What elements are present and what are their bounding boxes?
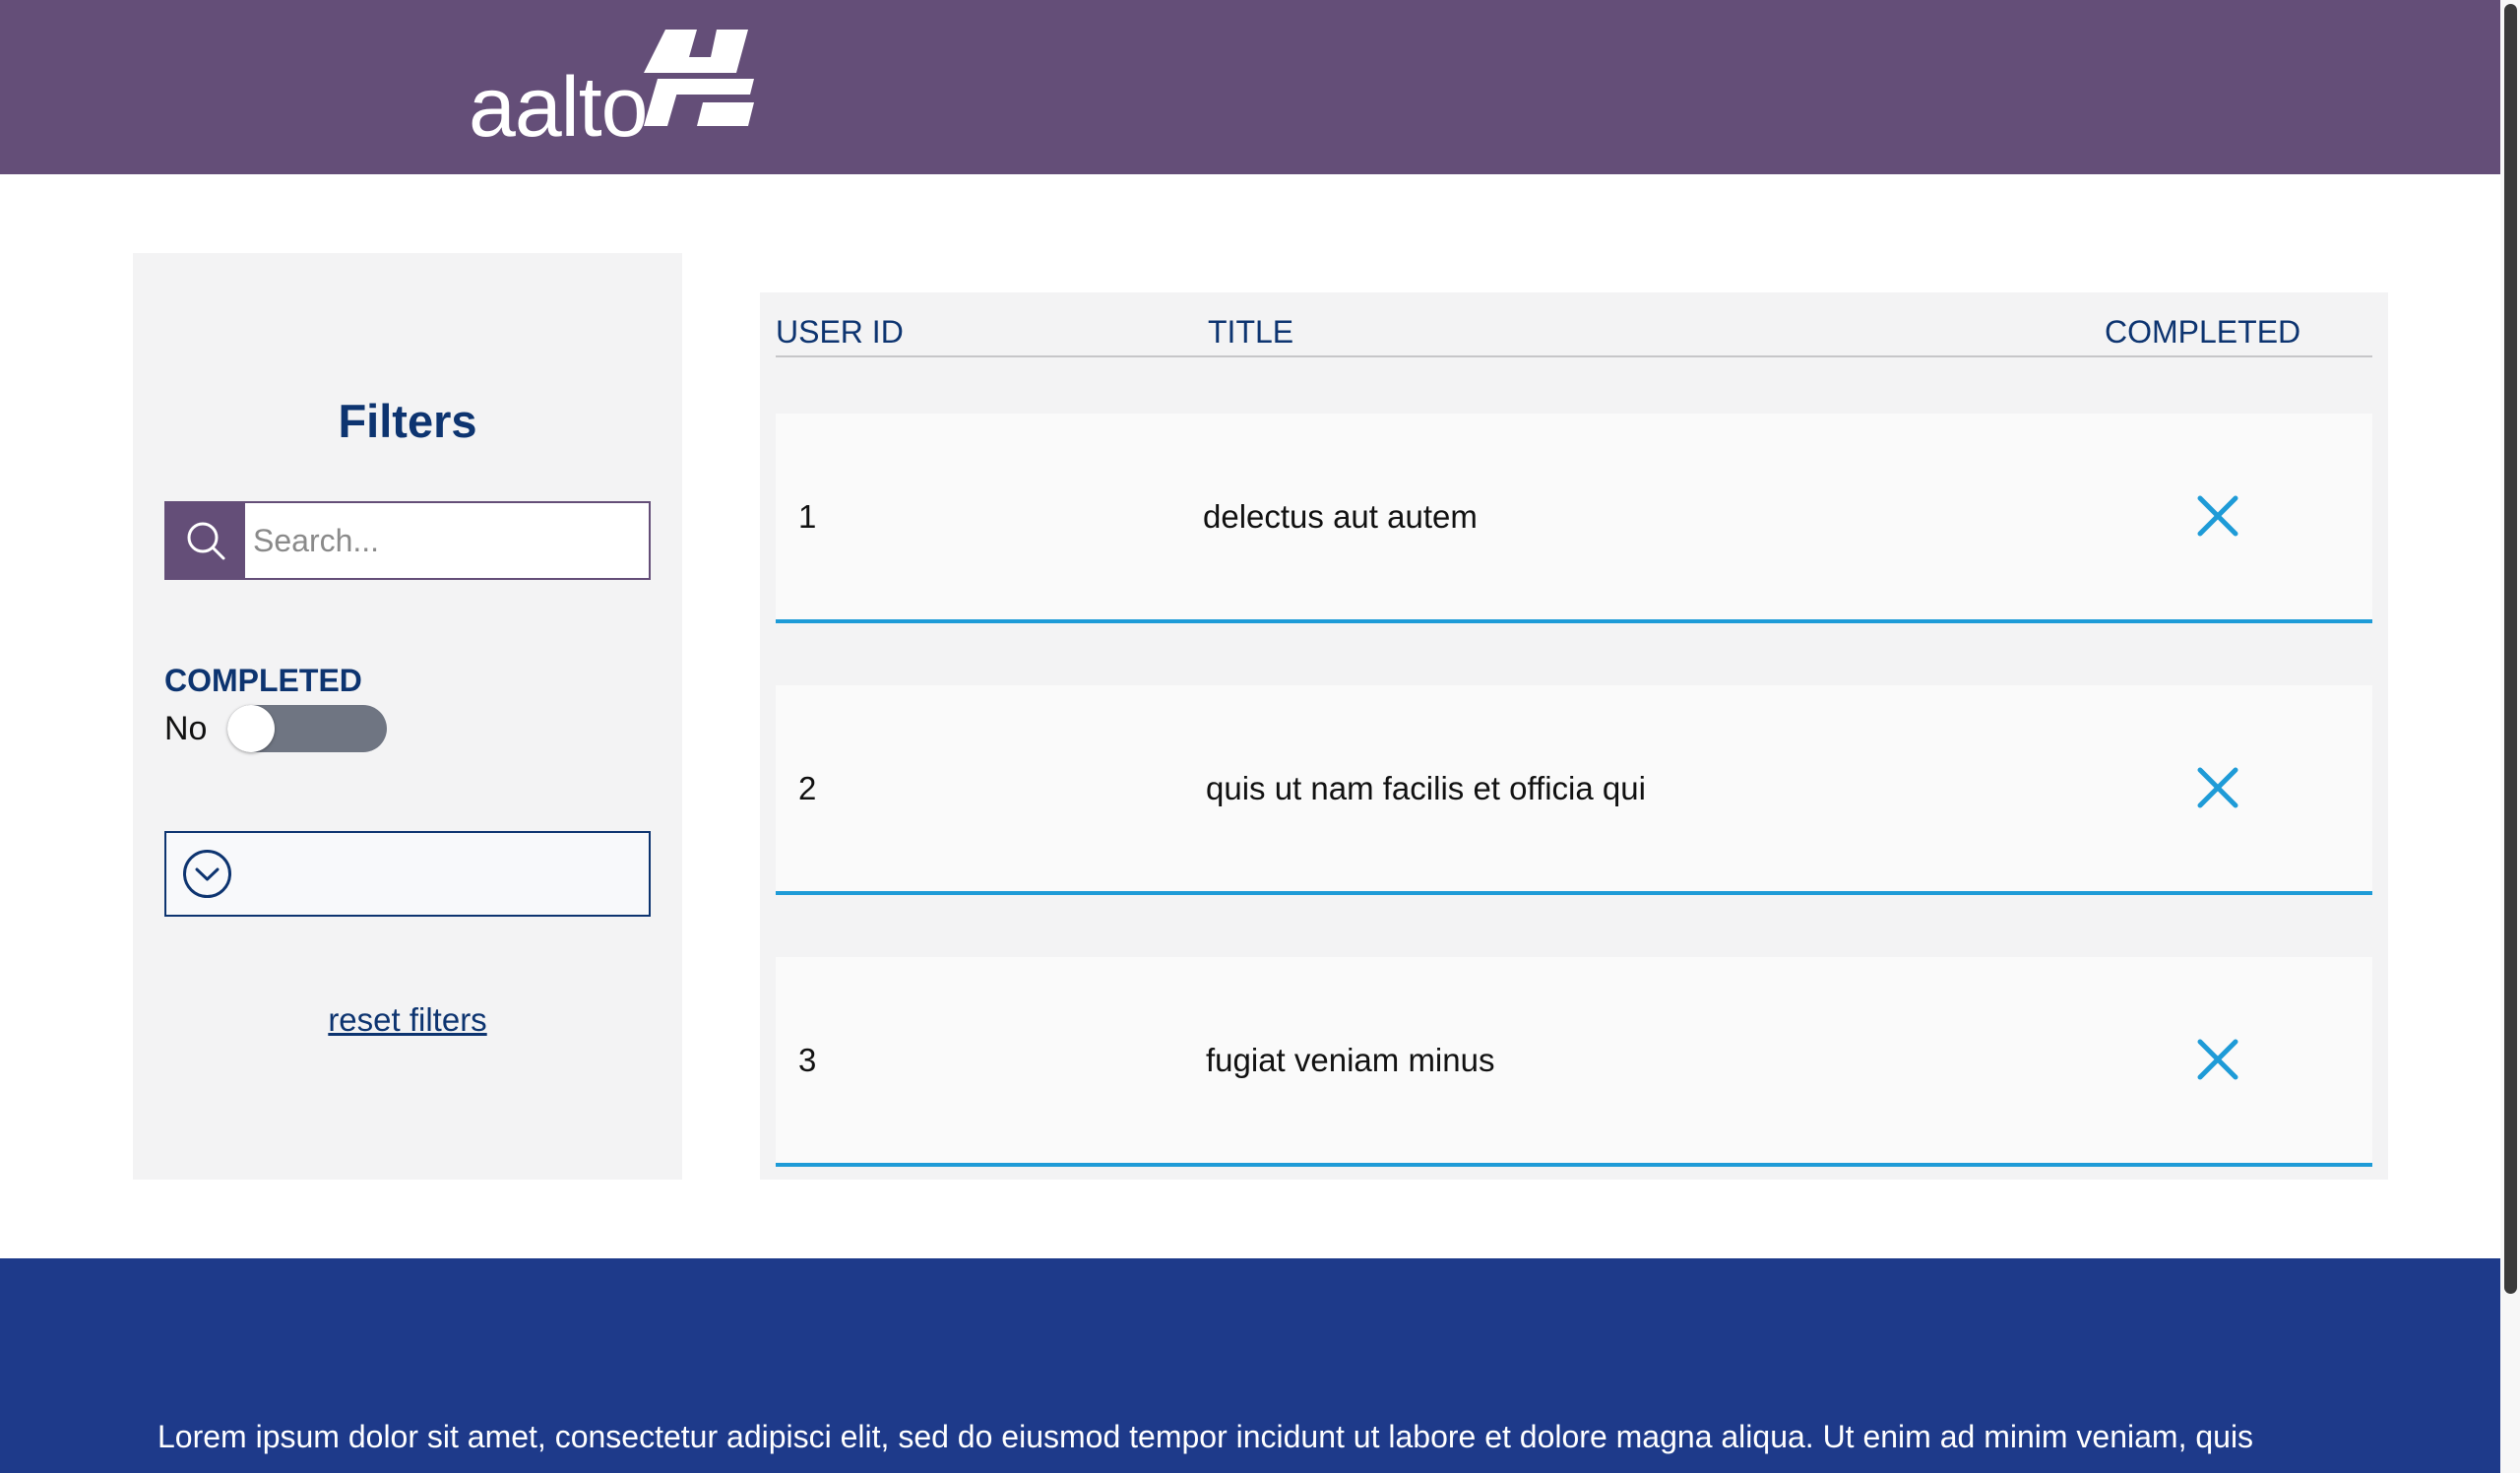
column-header-completed[interactable]: COMPLETED bbox=[2105, 314, 2300, 351]
x-icon bbox=[2197, 495, 2238, 537]
footer-text: Lorem ipsum dolor sit amet, consectetur … bbox=[158, 1419, 2254, 1454]
title-cell: quis ut nam facilis et officia qui bbox=[1206, 769, 1646, 806]
site-footer: Lorem ipsum dolor sit amet, consectetur … bbox=[0, 1258, 2520, 1473]
page-scrollbar[interactable] bbox=[2500, 0, 2520, 1473]
search-box bbox=[164, 501, 674, 580]
completed-toggle-state: No bbox=[164, 709, 208, 747]
column-header-user-id[interactable]: USER ID bbox=[776, 314, 904, 351]
column-header-title[interactable]: TITLE bbox=[1208, 314, 1293, 351]
reset-filters-link[interactable]: reset filters bbox=[133, 1001, 682, 1039]
table-row[interactable]: 2 quis ut nam facilis et officia qui bbox=[776, 685, 2372, 895]
filters-panel: Filters COMPLETED No reset filters bbox=[133, 253, 682, 1180]
search-input[interactable] bbox=[245, 503, 674, 578]
user-id-cell: 2 bbox=[798, 769, 817, 806]
table-row[interactable]: 1 delectus aut autem bbox=[776, 414, 2372, 623]
filter-dropdown[interactable] bbox=[164, 831, 651, 917]
toggle-knob bbox=[227, 705, 275, 752]
completed-filter: No bbox=[164, 705, 387, 752]
chevron-down-circle-icon bbox=[183, 850, 231, 898]
completed-filter-label: COMPLETED bbox=[164, 663, 362, 698]
logo-text: aalto bbox=[469, 60, 648, 155]
scrollbar-thumb[interactable] bbox=[2504, 4, 2517, 1294]
x-icon bbox=[2197, 1039, 2238, 1080]
aalto-logo[interactable]: aalto bbox=[469, 26, 754, 155]
x-icon bbox=[2197, 767, 2238, 808]
completed-toggle[interactable] bbox=[227, 705, 387, 752]
table-header: USER ID TITLE COMPLETED bbox=[776, 292, 2372, 357]
user-id-cell: 1 bbox=[798, 497, 817, 535]
search-button[interactable] bbox=[166, 503, 245, 578]
todos-table: USER ID TITLE COMPLETED 1 delectus aut a… bbox=[760, 292, 2388, 1180]
table-row[interactable]: 3 fugiat veniam minus bbox=[776, 957, 2372, 1167]
filters-title: Filters bbox=[338, 395, 477, 447]
aalto-mark-icon bbox=[644, 30, 754, 126]
user-id-cell: 3 bbox=[798, 1041, 817, 1078]
search-icon bbox=[187, 522, 225, 560]
site-header: aalto bbox=[0, 0, 2520, 174]
title-cell: fugiat veniam minus bbox=[1206, 1041, 1495, 1078]
title-cell: delectus aut autem bbox=[1203, 497, 1478, 535]
